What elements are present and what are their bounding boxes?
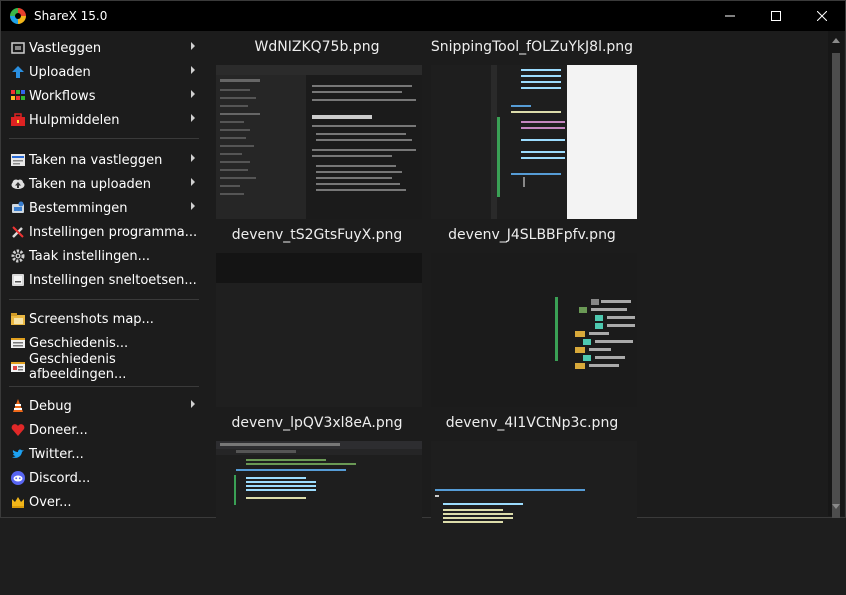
sharex-window: ShareX 15.0 Vastleggen Uploaden Workflow… <box>0 0 846 595</box>
menu-item-label: Screenshots map... <box>29 311 154 327</box>
upload-icon <box>11 65 25 79</box>
menu-item-label: Geschiedenis... <box>29 335 129 351</box>
twitter-icon <box>11 447 25 461</box>
menu-item-label: Uploaden <box>29 64 91 80</box>
menu-item-tools[interactable]: Hulpmiddelen <box>1 108 207 132</box>
discord-icon <box>11 471 25 485</box>
thumbnail-preview-solution-explorer[interactable] <box>431 253 637 407</box>
menu-separator <box>9 299 199 300</box>
scroll-down-icon[interactable] <box>832 504 840 509</box>
menu-item-label: Workflows <box>29 88 96 104</box>
menu-item-label: Bestemmingen <box>29 200 128 216</box>
crown-icon <box>11 495 25 509</box>
thumbnail-filename: devenv_lpQV3xl8eA.png <box>231 415 403 431</box>
window-title: ShareX 15.0 <box>34 9 108 23</box>
menu-item-about[interactable]: Over... <box>1 490 207 514</box>
thumbnail-preview-dark-editor[interactable] <box>216 253 422 407</box>
menu-item-discord[interactable]: Discord... <box>1 466 207 490</box>
toolbox-icon <box>11 113 25 127</box>
submenu-arrow-icon <box>191 42 195 50</box>
menu-item-task-settings[interactable]: Taak instellingen... <box>1 244 207 268</box>
menu-item-label: Instellingen programma... <box>29 224 198 240</box>
submenu-arrow-icon <box>191 400 195 408</box>
close-icon <box>817 11 827 21</box>
menu-item-label: Instellingen sneltoetsen... <box>29 272 197 288</box>
submenu-arrow-icon <box>191 154 195 162</box>
capture-icon <box>11 41 25 55</box>
menu-item-hotkey-settings[interactable]: Instellingen sneltoetsen... <box>1 268 207 292</box>
gear-icon <box>11 249 25 263</box>
sharex-logo-icon <box>10 8 26 24</box>
menu-item-label: Taak instellingen... <box>29 248 151 264</box>
menu-item-label: Taken na vastleggen <box>29 152 163 168</box>
minimize-icon <box>725 15 735 17</box>
menu-item-label: Doneer... <box>29 422 88 438</box>
thumbnail-preview-code-editor[interactable] <box>431 65 637 219</box>
submenu-arrow-icon <box>191 114 195 122</box>
menu-separator <box>9 386 199 387</box>
menu-item-label: Twitter... <box>29 446 84 462</box>
menu-item-debug[interactable]: Debug <box>1 394 207 418</box>
submenu-arrow-icon <box>191 66 195 74</box>
menu-item-label: Hulpmiddelen <box>29 112 120 128</box>
menu-item-donate[interactable]: Doneer... <box>1 418 207 442</box>
thumbnail-filename: devenv_J4SLBBFpfv.png <box>448 227 616 243</box>
maximize-icon <box>771 11 781 21</box>
menu-item-destinations[interactable]: Bestemmingen <box>1 196 207 220</box>
menu-item-app-settings[interactable]: Instellingen programma... <box>1 220 207 244</box>
menu-item-after-capture[interactable]: Taken na vastleggen <box>1 148 207 172</box>
cloud-upload-icon <box>11 177 25 191</box>
keyboard-icon <box>11 273 25 287</box>
menu-item-label: Geschiedenis afbeeldingen... <box>29 352 127 382</box>
maximize-button[interactable] <box>753 1 799 31</box>
image-history-icon <box>11 360 25 374</box>
menu-item-label: Over... <box>29 494 72 510</box>
main-menu: Vastleggen Uploaden Workflows Hulpmiddel… <box>1 36 207 517</box>
menu-separator <box>9 138 199 139</box>
menu-item-image-history[interactable]: Geschiedenis afbeeldingen... <box>1 352 207 382</box>
menu-item-after-upload[interactable]: Taken na uploaden <box>1 172 207 196</box>
destinations-icon <box>11 201 25 215</box>
wrench-icon <box>11 225 25 239</box>
folder-icon <box>11 312 25 326</box>
menu-item-label: Vastleggen <box>29 40 102 56</box>
thumbnail-view: WdNIZKQ75b.png SnippingTool_fOLZuYkJ8l.p… <box>207 31 828 595</box>
thumbnail-preview-visual-studio-code[interactable] <box>216 441 422 595</box>
minimize-button[interactable] <box>707 1 753 31</box>
title-bar[interactable]: ShareX 15.0 <box>1 1 845 31</box>
submenu-arrow-icon <box>191 90 195 98</box>
close-button[interactable] <box>799 1 845 31</box>
menu-item-twitter[interactable]: Twitter... <box>1 442 207 466</box>
menu-item-upload[interactable]: Uploaden <box>1 60 207 84</box>
thumbnail-filename: devenv_tS2GtsFuyX.png <box>231 227 403 243</box>
thumbnail-preview-browser-docs-page[interactable] <box>216 65 422 219</box>
workflows-icon <box>11 89 25 103</box>
thumbnail-filename: SnippingTool_fOLZuYkJ8l.png <box>430 39 634 55</box>
submenu-arrow-icon <box>191 178 195 186</box>
scroll-up-icon[interactable] <box>832 38 840 43</box>
debug-cone-icon <box>11 399 25 413</box>
menu-item-screenshots-folder[interactable]: Screenshots map... <box>1 307 207 331</box>
thumbnail-filename: WdNIZKQ75b.png <box>254 39 380 55</box>
vertical-scrollbar[interactable] <box>828 31 844 518</box>
menu-item-capture[interactable]: Vastleggen <box>1 36 207 60</box>
menu-item-label: Debug <box>29 398 72 414</box>
scrollbar-thumb[interactable] <box>832 53 840 518</box>
thumbnail-filename: devenv_4I1VCtNp3c.png <box>445 415 619 431</box>
menu-item-label: Taken na uploaden <box>29 176 152 192</box>
history-icon <box>11 336 25 350</box>
after-capture-icon <box>11 153 25 167</box>
heart-icon <box>11 423 25 437</box>
menu-item-workflows[interactable]: Workflows <box>1 84 207 108</box>
menu-item-label: Discord... <box>29 470 91 486</box>
thumbnail-preview-dark-code[interactable] <box>431 441 637 595</box>
submenu-arrow-icon <box>191 202 195 210</box>
